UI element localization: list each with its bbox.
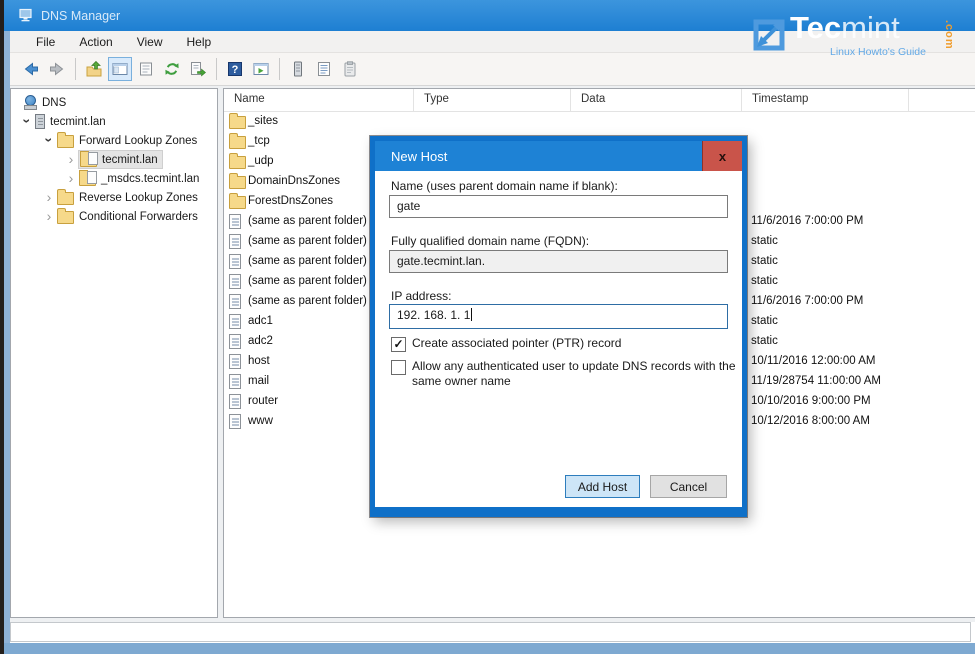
folder-icon xyxy=(57,211,74,224)
new-window-icon[interactable] xyxy=(249,57,273,81)
sidebar-item-conditional-forwarders[interactable]: Conditional Forwarders xyxy=(11,207,217,226)
record-icon xyxy=(229,274,241,289)
record-icon xyxy=(229,254,241,269)
cancel-button[interactable]: Cancel xyxy=(650,475,727,498)
export-list-icon[interactable] xyxy=(186,57,210,81)
refresh-icon[interactable] xyxy=(160,57,184,81)
column-header-name[interactable]: Name xyxy=(224,89,414,111)
allow-update-label: Allow any authenticated user to update D… xyxy=(412,359,742,389)
name-field-label: Name (uses parent domain name if blank): xyxy=(391,179,618,193)
menu-view[interactable]: View xyxy=(127,33,173,51)
menu-help[interactable]: Help xyxy=(177,33,222,51)
chevron-collapsed-icon[interactable] xyxy=(63,152,79,167)
window-title: DNS Manager xyxy=(41,9,120,23)
sidebar-item-dns-root[interactable]: DNS xyxy=(11,93,217,112)
sidebar-item-zone-tecmint-lan[interactable]: tecmint.lan xyxy=(11,150,217,169)
fqdn-field[interactable]: gate.tecmint.lan. xyxy=(389,250,728,273)
record-icon xyxy=(229,214,241,229)
console-tree-panel: DNS tecmint.lan Forward Lookup Zones xyxy=(10,88,218,618)
tecmint-logo: Tecmint .com Linux Howto's Guide xyxy=(746,4,975,62)
checkbox-unchecked-icon[interactable] xyxy=(391,360,406,375)
text-caret xyxy=(471,308,472,321)
menu-file[interactable]: File xyxy=(26,33,65,51)
help-icon[interactable]: ? xyxy=(223,57,247,81)
sidebar-item-reverse-lookup-zones[interactable]: Reverse Lookup Zones xyxy=(11,188,217,207)
record-icon xyxy=(229,414,241,429)
record-icon xyxy=(229,394,241,409)
up-one-level-icon[interactable] xyxy=(82,57,106,81)
chevron-expanded-icon[interactable] xyxy=(41,133,57,148)
record-icon xyxy=(229,334,241,349)
column-header-type[interactable]: Type xyxy=(414,89,571,111)
tecmint-com-suffix: .com xyxy=(943,20,955,50)
dns-manager-app-icon xyxy=(18,8,33,23)
dialog-title: New Host xyxy=(391,149,447,164)
sidebar-item-msdcs-tecmint-lan[interactable]: _msdcs.tecmint.lan xyxy=(11,169,217,188)
folder-icon xyxy=(229,156,246,169)
fqdn-field-label: Fully qualified domain name (FQDN): xyxy=(391,234,589,248)
properties-icon[interactable] xyxy=(134,57,158,81)
back-icon[interactable] xyxy=(19,57,43,81)
server-icon xyxy=(35,114,45,129)
chevron-collapsed-icon[interactable] xyxy=(41,209,57,224)
sidebar-item-forward-lookup-zones[interactable]: Forward Lookup Zones xyxy=(11,131,217,150)
selected-tree-item[interactable]: tecmint.lan xyxy=(79,151,162,168)
tecmint-wordmark: Tecmint xyxy=(790,10,900,46)
list-header: Name Type Data Timestamp xyxy=(224,89,975,112)
add-host-button[interactable]: Add Host xyxy=(565,475,640,498)
svg-text:?: ? xyxy=(232,64,239,76)
sidebar-item-server-tecmint-lan[interactable]: tecmint.lan xyxy=(11,112,217,131)
chevron-expanded-icon[interactable] xyxy=(19,114,35,129)
show-console-tree-icon[interactable] xyxy=(108,57,132,81)
chevron-collapsed-icon[interactable] xyxy=(41,190,57,205)
name-field[interactable]: gate xyxy=(389,195,728,218)
server-icon[interactable] xyxy=(286,57,310,81)
bottom-strip xyxy=(4,643,975,654)
folder-icon xyxy=(57,192,74,205)
folder-icon xyxy=(229,176,246,189)
new-host-dialog: New Host x Name (uses parent domain name… xyxy=(370,136,747,517)
table-row[interactable]: _sites xyxy=(224,112,975,132)
record-icon xyxy=(229,294,241,309)
dialog-title-bar[interactable]: New Host x xyxy=(375,141,742,171)
folder-icon xyxy=(57,135,74,148)
zone-icon xyxy=(79,173,96,186)
tecmint-tagline: Linux Howto's Guide xyxy=(830,46,926,58)
status-bar xyxy=(10,622,971,642)
toolbar-separator xyxy=(279,58,280,80)
record-list-icon[interactable] xyxy=(312,57,336,81)
checkbox-checked-icon[interactable]: ✓ xyxy=(391,337,406,352)
ptr-record-label: Create associated pointer (PTR) record xyxy=(412,336,621,351)
toolbar-separator xyxy=(216,58,217,80)
tecmint-logo-icon xyxy=(752,18,786,52)
record-icon xyxy=(229,374,241,389)
forward-icon[interactable] xyxy=(45,57,69,81)
clipboard-icon[interactable] xyxy=(338,57,362,81)
column-header-timestamp[interactable]: Timestamp xyxy=(742,89,909,111)
close-icon[interactable]: x xyxy=(702,141,742,171)
folder-icon xyxy=(229,136,246,149)
record-icon xyxy=(229,314,241,329)
allow-update-option[interactable]: Allow any authenticated user to update D… xyxy=(391,359,742,389)
ip-address-field-label: IP address: xyxy=(391,289,451,303)
toolbar-separator xyxy=(75,58,76,80)
ip-address-field[interactable]: 192. 168. 1. 1 xyxy=(389,304,728,329)
record-icon xyxy=(229,354,241,369)
menu-action[interactable]: Action xyxy=(69,33,122,51)
record-icon xyxy=(229,234,241,249)
screen: DNS Manager Tecmint .com Linux Howto's G… xyxy=(0,0,975,654)
ip-address-value: 192. 168. 1. 1 xyxy=(397,308,470,322)
dialog-body: Name (uses parent domain name if blank):… xyxy=(375,171,742,507)
dns-root-icon xyxy=(23,95,37,110)
ptr-record-option[interactable]: ✓ Create associated pointer (PTR) record xyxy=(391,336,621,352)
column-header-data[interactable]: Data xyxy=(571,89,742,111)
zone-icon xyxy=(80,154,97,167)
column-header-filler xyxy=(909,89,975,111)
chevron-collapsed-icon[interactable] xyxy=(63,171,79,186)
folder-icon xyxy=(229,196,246,209)
folder-icon xyxy=(229,116,246,129)
